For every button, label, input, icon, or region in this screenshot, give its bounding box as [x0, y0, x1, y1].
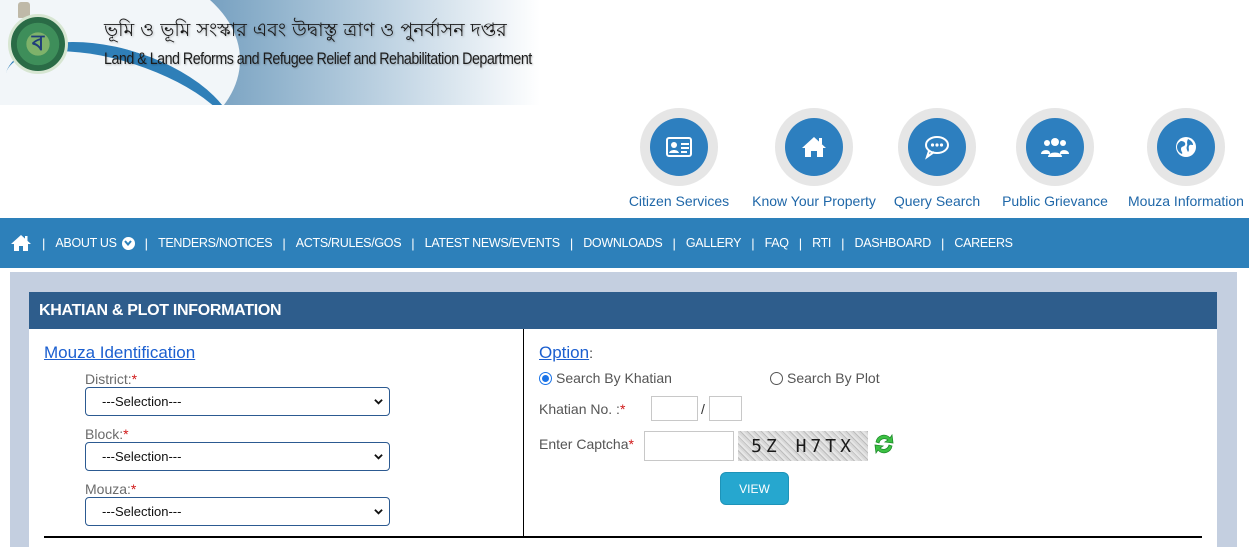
nav-careers[interactable]: CAREERS: [954, 236, 1013, 250]
quick-link-label[interactable]: Mouza Information: [1126, 193, 1246, 209]
quick-link-label[interactable]: Public Grievance: [1000, 193, 1110, 209]
nav-latest-news-events[interactable]: LATEST NEWS/EVENTS: [425, 236, 560, 250]
refresh-icon[interactable]: [872, 432, 896, 456]
nav-separator: |: [569, 235, 574, 251]
nav-separator: |: [282, 235, 286, 251]
captcha-label: Enter Captcha*: [539, 436, 634, 452]
search-by-khatian-option[interactable]: Search By Khatian: [539, 370, 672, 386]
option-link[interactable]: Option: [539, 343, 589, 362]
radio-checked[interactable]: [539, 371, 552, 385]
column-divider: [523, 329, 524, 537]
header-banner: ব ভূমি ও ভূমি সংস্কার এবং উদ্বাস্তু ত্রা…: [0, 0, 540, 105]
nav-separator: |: [144, 235, 149, 251]
nav-home-link[interactable]: [10, 233, 32, 253]
department-title-bengali: ভূমি ও ভূমি সংস্কার এবং উদ্বাস্তু ত্রাণ …: [104, 19, 507, 41]
mouza-select[interactable]: ---Selection---: [85, 497, 390, 526]
chevron-down-icon: [374, 509, 383, 515]
select-value: ---Selection---: [102, 449, 182, 464]
nav-separator: |: [841, 235, 845, 251]
icon-ring: [640, 108, 718, 186]
department-title-english: Land & Land Reforms and Refugee Relief a…: [104, 49, 532, 68]
icon-ring: [775, 108, 853, 186]
nav-label: ABOUT US: [55, 236, 117, 250]
icon-circle: [1157, 118, 1215, 176]
option-heading: Option:: [539, 343, 593, 363]
globe-icon: [1176, 137, 1196, 157]
nav-dashboard[interactable]: DASHBOARD: [855, 236, 932, 250]
radio-unchecked[interactable]: [770, 371, 783, 385]
khatian-sub-no-input[interactable]: [709, 396, 742, 421]
required-marker: *: [130, 481, 137, 497]
icon-circle: [650, 118, 708, 176]
chevron-down-icon: [374, 454, 383, 460]
nav-about-us[interactable]: ABOUT US: [55, 236, 135, 250]
home-icon: [802, 137, 826, 157]
chevron-down-icon: [374, 399, 383, 405]
label-text: Block:: [85, 426, 124, 442]
label-text: Enter Captcha: [539, 436, 629, 452]
nav-separator: |: [751, 235, 755, 251]
quick-link-label[interactable]: Citizen Services: [628, 193, 730, 209]
nav-separator: |: [672, 235, 676, 251]
chevron-down-icon[interactable]: [121, 236, 135, 250]
radio-label: Search By Khatian: [556, 370, 672, 386]
nav-separator: |: [798, 235, 803, 251]
quick-link-citizen-services[interactable]: Citizen Services: [628, 108, 730, 209]
nav-rti[interactable]: RTI: [812, 236, 831, 250]
nav-acts-rules-gos[interactable]: ACTS/RULES/GOS: [296, 236, 402, 250]
nav-gallery[interactable]: GALLERY: [686, 236, 742, 250]
block-select[interactable]: ---Selection---: [85, 442, 390, 471]
icon-circle: [1026, 118, 1084, 176]
nav-separator: |: [42, 235, 46, 251]
mouza-label: Mouza:*: [85, 481, 136, 497]
khatian-separator: /: [701, 401, 705, 417]
nav-separator: |: [411, 235, 415, 251]
nav-downloads[interactable]: DOWNLOADS: [583, 236, 663, 250]
option-colon: :: [589, 345, 593, 361]
required-marker: *: [628, 436, 634, 452]
quick-link-label[interactable]: Query Search: [892, 193, 982, 209]
id-card-icon: [666, 137, 692, 157]
quick-link-query-search[interactable]: Query Search: [892, 108, 982, 209]
district-select[interactable]: ---Selection---: [85, 387, 390, 416]
khatian-no-label: Khatian No. :*: [539, 401, 625, 417]
captcha-image: 5Z H7TX: [738, 431, 868, 461]
users-group-icon: [1041, 138, 1069, 157]
select-value: ---Selection---: [102, 504, 182, 519]
main-navigation: | ABOUT US | TENDERS/NOTICES | ACTS/RULE…: [0, 218, 1249, 268]
quick-link-mouza-information[interactable]: Mouza Information: [1126, 108, 1246, 209]
khatian-no-input[interactable]: [651, 396, 698, 421]
nav-tenders-notices[interactable]: TENDERS/NOTICES: [158, 236, 273, 250]
label-text: Mouza:: [85, 481, 131, 497]
required-marker: *: [123, 426, 129, 442]
panel-title: KHATIAN & PLOT INFORMATION: [29, 292, 1217, 329]
icon-circle: [908, 118, 966, 176]
block-label: Block:*: [85, 426, 129, 442]
quick-link-label[interactable]: Know Your Property: [750, 193, 878, 209]
district-label: District:*: [85, 371, 137, 387]
required-marker: *: [131, 371, 138, 387]
bottom-divider: [44, 536, 1202, 538]
captcha-input[interactable]: [644, 431, 734, 461]
view-button[interactable]: VIEW: [720, 472, 789, 505]
select-value: ---Selection---: [102, 394, 182, 409]
nav-faq[interactable]: FAQ: [765, 236, 789, 250]
chat-bubble-icon: [925, 136, 949, 160]
home-icon: [11, 235, 31, 251]
search-by-plot-option[interactable]: Search By Plot: [770, 370, 880, 386]
seal-letter: ব: [31, 29, 45, 56]
quick-link-know-your-property[interactable]: Know Your Property: [750, 108, 878, 209]
icon-ring: [1147, 108, 1225, 186]
quick-link-public-grievance[interactable]: Public Grievance: [1000, 108, 1110, 209]
label-text: Khatian No. :: [539, 401, 620, 417]
radio-label: Search By Plot: [787, 370, 880, 386]
label-text: District:: [85, 371, 132, 387]
icon-circle: [785, 118, 843, 176]
mouza-identification-link[interactable]: Mouza Identification: [44, 343, 195, 363]
nav-separator: |: [940, 235, 945, 251]
icon-ring: [898, 108, 976, 186]
state-seal-icon[interactable]: ব: [8, 14, 68, 74]
icon-ring: [1016, 108, 1094, 186]
required-marker: *: [619, 401, 626, 417]
